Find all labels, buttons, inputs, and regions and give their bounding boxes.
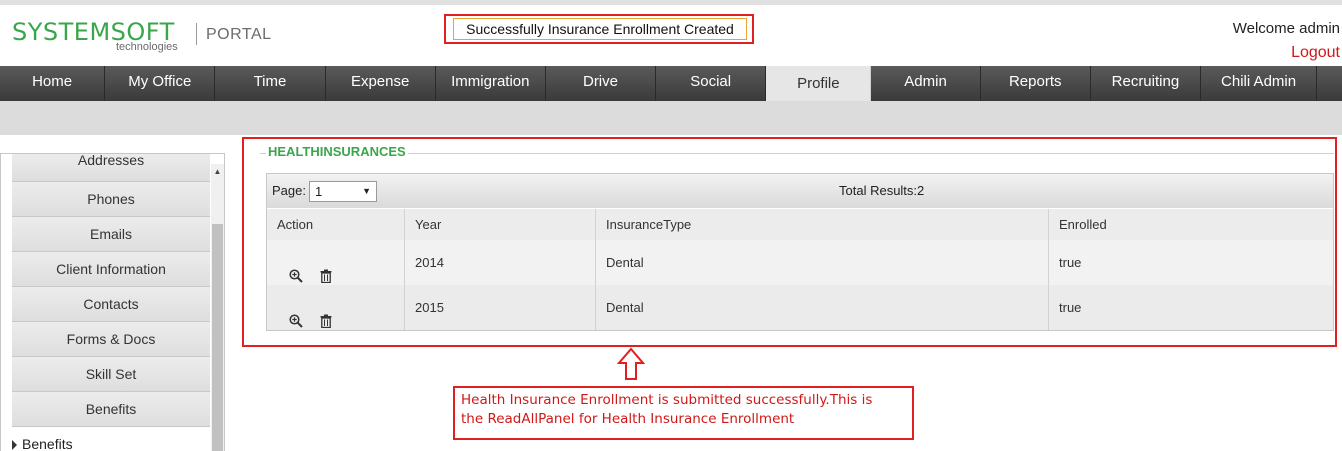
trash-icon[interactable] (320, 301, 332, 346)
nav-filler (1317, 66, 1342, 101)
success-alert-highlight: Successfully Insurance Enrollment Create… (444, 14, 754, 44)
welcome-text: Welcome admin (1232, 20, 1340, 37)
nav-drive[interactable]: Drive (546, 66, 657, 101)
zoom-view-icon[interactable] (289, 301, 303, 346)
column-header-enrolled[interactable]: Enrolled (1049, 209, 1333, 240)
page-label: Page: (272, 183, 306, 198)
sidebar-item-addresses[interactable]: Addresses (12, 154, 210, 182)
logout-link[interactable]: Logout (1291, 44, 1340, 62)
fieldset-border (260, 153, 1334, 154)
enrolled-cell: true (1059, 255, 1082, 270)
nav-admin[interactable]: Admin (871, 66, 981, 101)
column-header-year[interactable]: Year (405, 209, 596, 240)
sidebar-item-emails[interactable]: Emails (12, 217, 210, 252)
chevron-down-icon: ▼ (362, 186, 371, 196)
sidebar-item-forms-docs[interactable]: Forms & Docs (12, 322, 210, 357)
portal-divider (196, 23, 197, 45)
nav-profile[interactable]: Profile (766, 66, 872, 101)
annotation-callout: Health Insurance Enrollment is submitted… (453, 386, 914, 440)
column-header-insurance-type[interactable]: InsuranceType (596, 209, 1049, 240)
sidebar-item-contacts[interactable]: Contacts (12, 287, 210, 322)
nav-reports[interactable]: Reports (981, 66, 1091, 101)
enrolled-cell: true (1059, 300, 1082, 315)
sidebar-list: Addresses Phones Emails Client Informati… (12, 154, 210, 427)
expand-arrow-icon[interactable] (12, 440, 17, 450)
sidebar-item-phones[interactable]: Phones (12, 182, 210, 217)
scroll-thumb[interactable] (212, 224, 223, 451)
column-header-action: Action (267, 209, 405, 240)
insurance-type-cell: Dental (596, 285, 1049, 330)
nav-my-office[interactable]: My Office (105, 66, 216, 101)
logo[interactable]: SYSTEMSOFT technologies (12, 19, 178, 53)
fieldset-legend: HEALTHINSURANCES (266, 144, 408, 159)
nav-expense[interactable]: Expense (326, 66, 436, 101)
nav-recruiting[interactable]: Recruiting (1091, 66, 1201, 101)
annotation-line-1: Health Insurance Enrollment is submitted… (461, 392, 873, 408)
year-cell: 2014 (405, 240, 596, 285)
logo-subtext: technologies (116, 41, 178, 53)
success-alert: Successfully Insurance Enrollment Create… (453, 18, 747, 40)
annotation-line-2: the ReadAllPanel for Health Insurance En… (461, 411, 795, 427)
profile-sidebar: Addresses Phones Emails Client Informati… (0, 153, 225, 451)
nav-time[interactable]: Time (215, 66, 326, 101)
total-results: Total Results:2 (839, 183, 925, 198)
header: SYSTEMSOFT technologies PORTAL Successfu… (0, 5, 1342, 66)
action-cell (267, 240, 405, 285)
tree-item-label: Benefits (22, 436, 73, 451)
portal-label: PORTAL (206, 26, 272, 43)
sidebar-scrollbar[interactable]: ▲ (211, 164, 224, 451)
nav-chili-admin[interactable]: Chili Admin (1201, 66, 1318, 101)
year-cell: 2015 (405, 285, 596, 330)
table-row: 2015 Dental true (267, 285, 1333, 330)
nav-immigration[interactable]: Immigration (436, 66, 546, 101)
page-select[interactable]: 1 ▼ (309, 181, 377, 202)
sidebar-item-client-information[interactable]: Client Information (12, 252, 210, 287)
nav-social[interactable]: Social (656, 66, 767, 101)
sidebar-item-benefits[interactable]: Benefits (12, 392, 210, 427)
insurance-grid: Page: 1 ▼ Total Results:2 Action Year In… (266, 173, 1334, 331)
page-select-value: 1 (315, 184, 323, 199)
nav-home[interactable]: Home (0, 66, 106, 101)
main-nav: Home My Office Time Expense Immigration … (0, 66, 1342, 101)
scroll-up-arrow-icon[interactable]: ▲ (212, 166, 223, 178)
tree-item-benefits[interactable]: Benefits (12, 436, 73, 451)
insurance-type-cell: Dental (596, 240, 1049, 285)
annotation-arrow-up-icon (617, 347, 645, 380)
sidebar-item-skill-set[interactable]: Skill Set (12, 357, 210, 392)
grid-pager: Page: 1 ▼ Total Results:2 (267, 174, 1333, 208)
table-row: 2014 Dental true (267, 240, 1333, 285)
action-cell (267, 285, 405, 330)
sub-toolbar (0, 101, 1342, 135)
